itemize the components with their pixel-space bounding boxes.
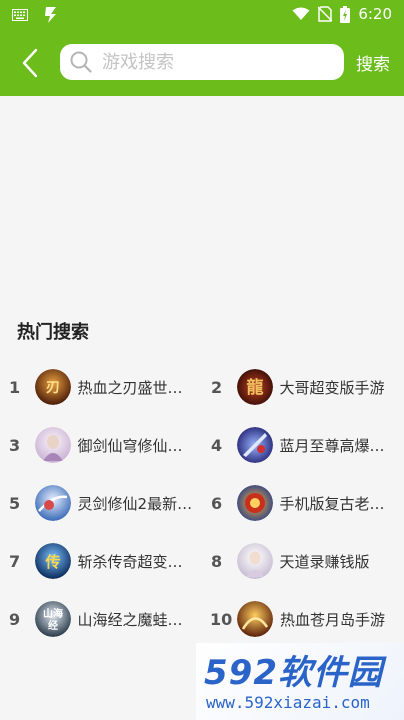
hot-item-7[interactable]: 7 传 斩杀传奇超变…	[0, 536, 195, 586]
game-name: 山海经之魔蛙…	[77, 610, 183, 629]
wifi-icon	[292, 7, 310, 20]
game-icon: 传	[34, 543, 71, 579]
battery-icon	[340, 5, 351, 23]
hot-item-3[interactable]: 3 御剑仙穹修仙…	[0, 420, 195, 470]
hot-item-9[interactable]: 9 山海 经 山海经之魔蛙…	[0, 594, 195, 644]
hot-item-10[interactable]: 10 热血苍月岛手游	[202, 594, 397, 644]
rank-number: 4	[211, 435, 223, 455]
hot-search-title: 热门搜索	[17, 322, 89, 343]
rank-number: 3	[9, 435, 21, 455]
app-bar: 搜索	[0, 30, 404, 96]
game-icon: 刃	[34, 369, 71, 405]
rank-number: 9	[9, 609, 21, 629]
game-icon	[236, 543, 273, 579]
game-icon	[34, 427, 71, 463]
game-icon	[236, 427, 273, 463]
search-icon	[70, 51, 92, 73]
game-name: 手机版复古老…	[279, 494, 385, 513]
svg-text:龍: 龍	[246, 377, 263, 398]
hot-item-2[interactable]: 2 龍 大哥超变版手游	[202, 362, 397, 412]
keyboard-icon	[12, 9, 28, 21]
hot-item-1[interactable]: 1 刃 热血之刃盛世…	[0, 362, 195, 412]
game-name: 灵剑修仙2最新…	[77, 494, 193, 513]
svg-text:刃: 刃	[46, 380, 60, 396]
search-box[interactable]	[60, 44, 344, 80]
hot-item-8[interactable]: 8 天道录赚钱版	[202, 536, 397, 586]
game-name: 热血之刃盛世…	[77, 378, 183, 397]
rank-number: 6	[211, 493, 223, 513]
game-name: 斩杀传奇超变…	[77, 552, 183, 571]
status-bar: 6:20	[0, 0, 404, 30]
hot-item-4[interactable]: 4 蓝月至尊高爆…	[202, 420, 397, 470]
game-icon	[236, 485, 273, 521]
rank-number: 7	[9, 551, 21, 571]
search-input[interactable]	[102, 51, 332, 73]
game-icon	[237, 601, 273, 637]
hot-item-6[interactable]: 6 手机版复古老…	[202, 478, 397, 528]
rank-number: 2	[211, 377, 223, 397]
search-button[interactable]: 搜索	[356, 50, 390, 75]
rank-number: 10	[210, 609, 233, 629]
svg-text:经: 经	[48, 619, 58, 632]
back-arrow-icon[interactable]	[18, 46, 44, 80]
watermark-brand: 592软件园	[204, 653, 383, 693]
watermark-url: www.592xiazai.com	[206, 693, 370, 712]
game-icon: 山海 经	[34, 601, 71, 637]
rank-number: 1	[9, 377, 21, 397]
game-icon: 龍	[236, 369, 273, 405]
game-icon	[34, 485, 71, 521]
game-name: 御剑仙穹修仙…	[77, 436, 183, 455]
status-time: 6:20	[358, 5, 392, 23]
rank-number: 5	[9, 493, 21, 513]
game-name: 蓝月至尊高爆…	[279, 436, 385, 455]
game-name: 大哥超变版手游	[279, 378, 385, 397]
game-name: 天道录赚钱版	[279, 552, 370, 571]
rank-number: 8	[211, 551, 223, 571]
hot-item-5[interactable]: 5 灵剑修仙2最新…	[0, 478, 195, 528]
watermark: 592软件园 www.592xiazai.com	[196, 643, 404, 720]
app-notification-icon	[45, 7, 56, 23]
game-name: 热血苍月岛手游	[280, 610, 386, 629]
svg-text:传: 传	[44, 553, 60, 571]
no-sim-icon	[318, 6, 333, 22]
svg-text:山海: 山海	[43, 607, 63, 620]
